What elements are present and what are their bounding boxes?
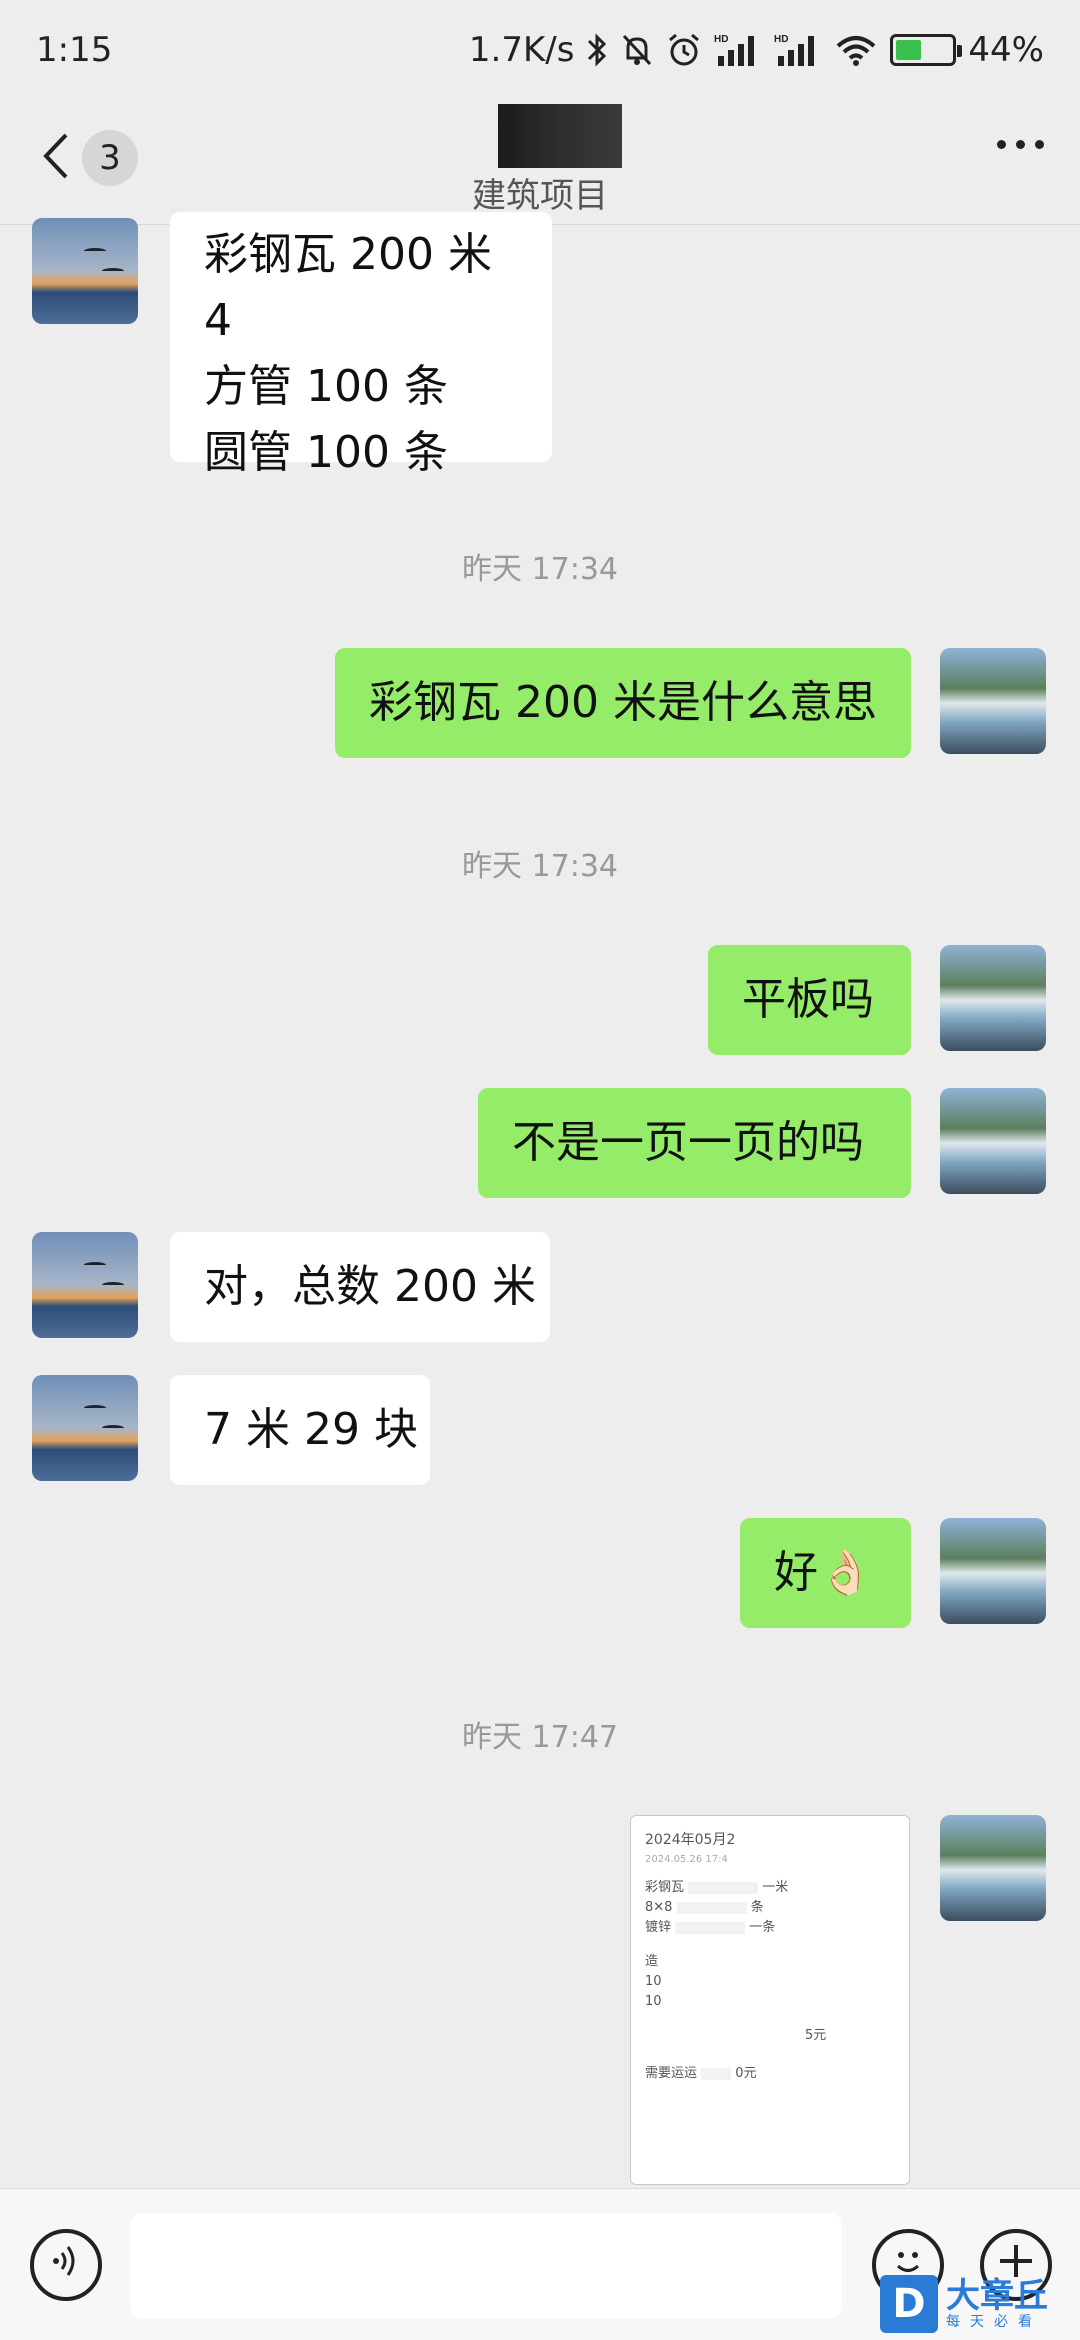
wifi-icon [834,32,878,68]
battery-icon [890,34,963,66]
timestamp: 昨天 17:34 [462,849,618,884]
more-dots-icon [997,140,1006,149]
status-time: 1:15 [36,30,113,70]
message-bubble[interactable]: 不是一页一页的吗 [478,1088,911,1198]
signal-icon: HD [714,32,762,68]
bluetooth-icon [586,32,608,68]
avatar[interactable] [32,1232,138,1338]
net-speed: 1.7K/s [468,30,575,70]
message-bubble[interactable]: 平板吗 [708,945,911,1055]
avatar[interactable] [940,1518,1046,1624]
more-button[interactable] [997,140,1044,149]
battery-fill [896,40,922,60]
timestamp: 昨天 17:47 [462,1720,618,1755]
signal-icon: HD [774,32,822,68]
message-bubble[interactable]: 7 米 29 块 [170,1375,430,1485]
avatar[interactable] [32,218,138,324]
message-bubble[interactable]: 好👌🏻 [740,1518,911,1628]
svg-text:HD: HD [774,34,788,45]
avatar[interactable] [940,1815,1046,1921]
timestamp: 昨天 17:34 [462,552,618,587]
redacted-name [498,104,622,168]
status-bar: 1:15 1.7K/s HD HD 44% [0,0,1080,100]
avatar[interactable] [32,1375,138,1481]
avatar[interactable] [940,945,1046,1051]
watermark-brand: 大章丘 [946,2276,1048,2316]
battery-percent: 44% [968,30,1044,70]
avatar[interactable] [940,1088,1046,1194]
mute-bell-icon [620,32,654,68]
svg-text:HD: HD [714,34,728,45]
alarm-icon [666,32,702,68]
message-bubble[interactable]: 对，总数 200 米 [170,1232,550,1342]
status-icons: 1.7K/s HD HD 44% [469,30,1044,70]
watermark-logo: D 大章丘 每天必看 [880,2268,1080,2340]
page-title: 建筑项目 [472,176,608,216]
message-input[interactable] [130,2213,842,2319]
watermark-sub: 每天必看 [946,2314,1042,2330]
message-bubble[interactable]: 彩钢瓦 200 米是什么意思 [335,648,911,758]
voice-icon [46,2241,86,2290]
image-message[interactable]: 2024年05月2 2024.05.26 17:4 彩钢瓦 一米 8✕8 条 镀… [630,1815,910,2185]
message-bubble[interactable]: 彩钢瓦 200 米 4 方管 100 条 圆管 100 条 [170,212,552,478]
chat-header: 3 建筑项目 [0,100,1080,225]
voice-button[interactable] [30,2229,102,2301]
avatar[interactable] [940,648,1046,754]
watermark-badge: D [880,2275,938,2333]
